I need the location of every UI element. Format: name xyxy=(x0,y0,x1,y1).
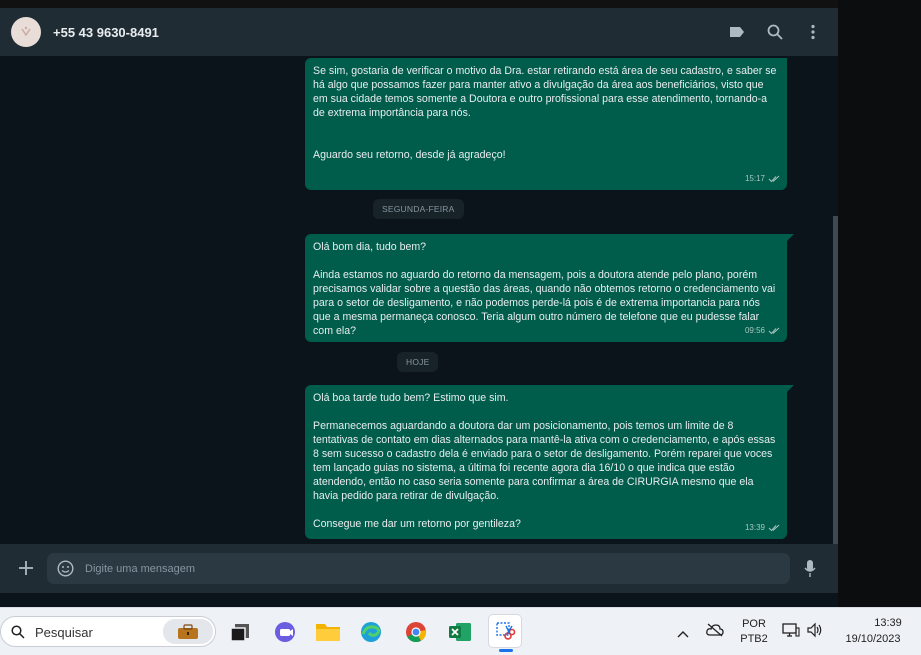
taskbar-search[interactable]: Pesquisar xyxy=(0,616,216,647)
message-bubble[interactable]: Olá bom dia, tudo bem? Ainda estamos no … xyxy=(305,234,794,342)
contact-name[interactable]: +55 43 9630-8491 xyxy=(53,25,159,40)
message-text: Se sim, gostaria de verificar o motivo d… xyxy=(313,65,777,161)
double-check-icon xyxy=(768,327,780,335)
double-check-icon xyxy=(768,524,780,532)
emoji-icon[interactable] xyxy=(57,560,74,582)
day-separator: SEGUNDA-FEIRA xyxy=(373,199,464,219)
search-label: Pesquisar xyxy=(35,625,93,640)
task-view-icon[interactable] xyxy=(225,617,255,647)
message-input[interactable] xyxy=(47,553,790,584)
day-separator: HOJE xyxy=(397,352,439,372)
teams-chat-icon[interactable] xyxy=(270,617,300,647)
search-icon xyxy=(11,625,25,639)
active-app-indicator xyxy=(499,649,513,652)
onedrive-offline-icon[interactable] xyxy=(706,623,724,642)
chat-scrollbar[interactable] xyxy=(833,216,838,544)
windows-taskbar: Pesquisar POR PTB2 13:39 19/10/2023 xyxy=(0,607,921,655)
clock-date[interactable]: 19/10/2023 xyxy=(838,633,908,645)
desktop-background xyxy=(838,0,921,607)
double-check-icon xyxy=(768,175,780,183)
excel-icon[interactable] xyxy=(445,617,475,647)
more-options-icon[interactable] xyxy=(804,23,822,41)
file-explorer-icon[interactable] xyxy=(313,617,343,647)
whatsapp-window: +55 43 9630-8491 Se sim, gostaria de ver… xyxy=(0,8,838,593)
avatar-logo-icon xyxy=(21,26,31,37)
message-list[interactable]: Se sim, gostaria de verificar o motivo d… xyxy=(0,56,838,544)
search-icon[interactable] xyxy=(766,23,784,41)
message-composer xyxy=(0,544,838,593)
clock-time[interactable]: 13:39 xyxy=(858,617,918,629)
language-indicator[interactable]: POR xyxy=(740,618,768,630)
microphone-icon[interactable] xyxy=(804,559,816,583)
message-text: Olá bom dia, tudo bem? Ainda estamos no … xyxy=(313,241,776,337)
briefcase-icon[interactable] xyxy=(163,619,213,644)
message-text: Olá boa tarde tudo bem? Estimo que sim. … xyxy=(313,392,776,530)
message-time: 13:39 xyxy=(744,523,765,532)
contact-avatar[interactable] xyxy=(11,17,41,47)
label-icon[interactable] xyxy=(728,23,746,41)
snipping-tool-icon[interactable] xyxy=(488,614,522,652)
keyboard-layout-indicator[interactable]: PTB2 xyxy=(738,633,770,645)
show-hidden-icons-chevron-icon[interactable] xyxy=(677,625,689,643)
chat-header: +55 43 9630-8491 xyxy=(0,8,838,56)
volume-icon[interactable] xyxy=(806,622,824,643)
edge-browser-icon[interactable] xyxy=(356,617,386,647)
window-top-edge xyxy=(0,0,838,8)
message-time: 09:56 xyxy=(744,326,765,335)
message-bubble[interactable]: Olá boa tarde tudo bem? Estimo que sim. … xyxy=(305,385,794,539)
attach-plus-icon[interactable] xyxy=(18,560,34,581)
message-time: 15:17 xyxy=(744,174,765,183)
message-bubble[interactable]: Se sim, gostaria de verificar o motivo d… xyxy=(305,58,787,190)
chrome-browser-icon[interactable] xyxy=(401,617,431,647)
network-icon[interactable] xyxy=(782,622,800,643)
